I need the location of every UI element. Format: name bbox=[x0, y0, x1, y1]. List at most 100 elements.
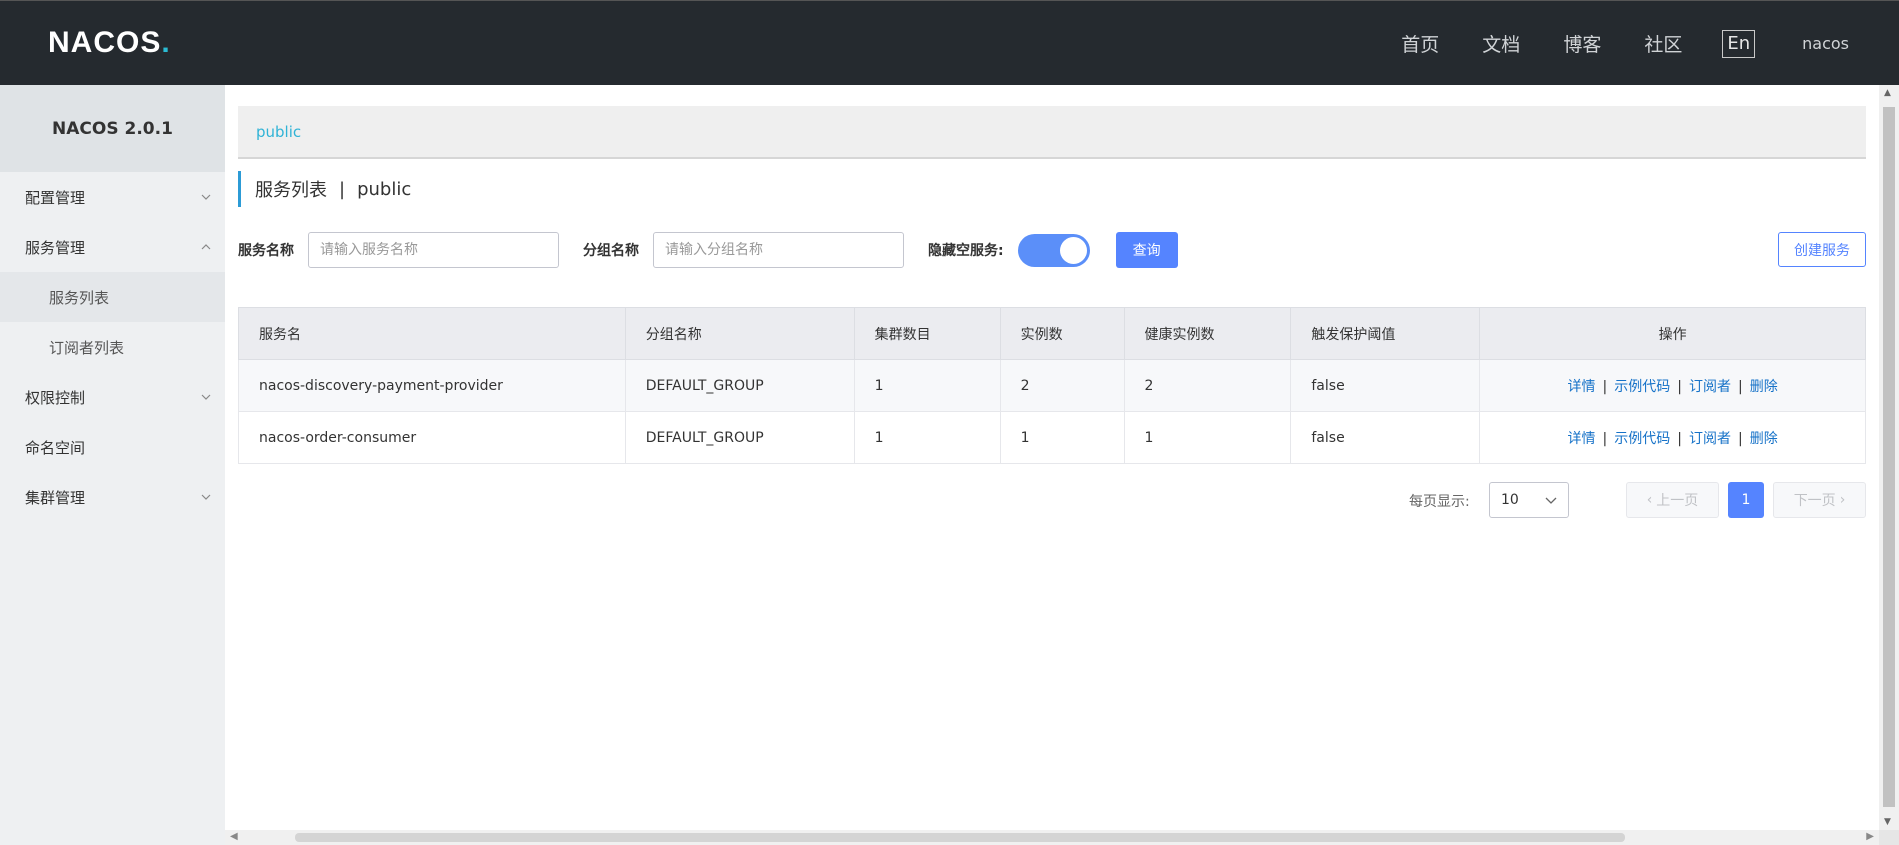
chevron-down-icon bbox=[199, 190, 213, 204]
page-size-select[interactable]: 10 bbox=[1489, 482, 1569, 518]
service-name-label: 服务名称 bbox=[238, 243, 294, 259]
chevron-left-icon: ‹ bbox=[1646, 492, 1653, 508]
prev-page-button[interactable]: ‹ 上一页 bbox=[1626, 482, 1719, 518]
sidebar-item-config-management[interactable]: 配置管理 bbox=[0, 172, 225, 222]
delete-link[interactable]: 删除 bbox=[1750, 379, 1778, 395]
pagination: 每页显示: 10 ‹ 上一页 1 下一页 › bbox=[225, 482, 1866, 518]
logo-text: NACOS bbox=[48, 26, 162, 59]
sidebar-item-label: 集群管理 bbox=[25, 488, 86, 507]
chevron-down-icon bbox=[199, 490, 213, 504]
nav-docs-link[interactable]: 文档 bbox=[1482, 30, 1520, 57]
sample-code-link[interactable]: 示例代码 bbox=[1614, 431, 1670, 447]
toggle-knob bbox=[1059, 236, 1087, 264]
top-nav-links: 首页 文档 博客 社区 En nacos bbox=[1401, 1, 1899, 86]
cell-instance-count: 2 bbox=[999, 359, 1125, 412]
namespace-bar: public bbox=[238, 106, 1866, 159]
cell-instance-count: 1 bbox=[999, 411, 1125, 464]
cell-cluster-count: 1 bbox=[853, 411, 1001, 464]
group-name-label: 分组名称 bbox=[583, 243, 639, 259]
top-navbar: NACOS. 首页 文档 博客 社区 En nacos bbox=[0, 0, 1899, 85]
user-name[interactable]: nacos bbox=[1802, 34, 1849, 53]
page-number-button[interactable]: 1 bbox=[1728, 482, 1764, 518]
action-separator: | bbox=[1677, 430, 1682, 447]
cell-group-name: DEFAULT_GROUP bbox=[624, 359, 855, 412]
cell-operations: 详情 | 示例代码 | 订阅者 | 删除 bbox=[1479, 359, 1866, 412]
sidebar-item-service-list[interactable]: 服务列表 bbox=[0, 272, 225, 322]
horizontal-scrollbar[interactable]: ◀ ▶ bbox=[225, 830, 1879, 845]
scrollbar-corner bbox=[1879, 830, 1899, 845]
nav-community-link[interactable]: 社区 bbox=[1644, 30, 1682, 57]
language-toggle-button[interactable]: En bbox=[1722, 29, 1756, 58]
table-header-row: 服务名 分组名称 集群数目 实例数 健康实例数 触发保护阈值 操作 bbox=[238, 307, 1866, 360]
cell-healthy-count: 1 bbox=[1123, 411, 1292, 464]
scroll-left-arrow-icon[interactable]: ◀ bbox=[230, 831, 238, 842]
filter-bar: 服务名称 分组名称 隐藏空服务: 查询 创建服务 bbox=[238, 232, 1866, 268]
namespace-public-link[interactable]: public bbox=[256, 123, 301, 141]
sidebar-version-title: NACOS 2.0.1 bbox=[0, 85, 225, 172]
main-content: public 服务列表 | public 服务名称 分组名称 隐藏空服务: 查询… bbox=[225, 85, 1879, 830]
create-service-button[interactable]: 创建服务 bbox=[1778, 232, 1866, 267]
delete-link[interactable]: 删除 bbox=[1750, 431, 1778, 447]
column-header-group-name: 分组名称 bbox=[624, 307, 855, 360]
column-header-instance-count: 实例数 bbox=[999, 307, 1125, 360]
logo-dot: . bbox=[161, 26, 171, 59]
sample-code-link[interactable]: 示例代码 bbox=[1614, 379, 1670, 395]
column-header-cluster-count: 集群数目 bbox=[853, 307, 1001, 360]
next-page-button[interactable]: 下一页 › bbox=[1773, 482, 1866, 518]
service-name-input[interactable] bbox=[308, 232, 559, 268]
horizontal-scroll-thumb[interactable] bbox=[295, 833, 1625, 842]
table-row: nacos-discovery-payment-provider DEFAULT… bbox=[238, 359, 1866, 412]
column-header-healthy-count: 健康实例数 bbox=[1123, 307, 1292, 360]
page-title: 服务列表 | public bbox=[238, 171, 411, 207]
vertical-scrollbar[interactable]: ▲ ▼ bbox=[1879, 85, 1899, 830]
cell-group-name: DEFAULT_GROUP bbox=[624, 411, 855, 464]
page-title-separator: | bbox=[339, 178, 346, 200]
page-title-namespace: public bbox=[357, 178, 412, 200]
detail-link[interactable]: 详情 bbox=[1568, 379, 1596, 395]
sidebar: NACOS 2.0.1 配置管理 服务管理 服务列表 订阅者列表 权限控制 命名… bbox=[0, 85, 225, 845]
next-page-label: 下一页 bbox=[1793, 493, 1836, 509]
page-size-value: 10 bbox=[1501, 492, 1519, 508]
page-size-label: 每页显示: bbox=[1409, 494, 1470, 510]
cell-healthy-count: 2 bbox=[1123, 359, 1292, 412]
query-button[interactable]: 查询 bbox=[1115, 232, 1178, 268]
cell-service-name: nacos-discovery-payment-provider bbox=[238, 359, 626, 412]
nav-blog-link[interactable]: 博客 bbox=[1563, 30, 1601, 57]
hide-empty-service-label: 隐藏空服务: bbox=[928, 243, 1004, 259]
column-header-operations: 操作 bbox=[1479, 307, 1866, 360]
column-header-service-name: 服务名 bbox=[238, 307, 626, 360]
sidebar-item-service-management[interactable]: 服务管理 bbox=[0, 222, 225, 272]
service-table: 服务名 分组名称 集群数目 实例数 健康实例数 触发保护阈值 操作 nacos-… bbox=[238, 307, 1866, 464]
sidebar-item-label: 配置管理 bbox=[25, 188, 86, 207]
chevron-right-icon: › bbox=[1839, 492, 1846, 508]
cell-service-name: nacos-order-consumer bbox=[238, 411, 626, 464]
prev-page-label: 上一页 bbox=[1656, 493, 1699, 509]
sidebar-item-cluster-management[interactable]: 集群管理 bbox=[0, 472, 225, 522]
sidebar-item-subscriber-list[interactable]: 订阅者列表 bbox=[0, 322, 225, 372]
cell-protect-threshold: false bbox=[1290, 359, 1481, 412]
cell-cluster-count: 1 bbox=[853, 359, 1001, 412]
subscribers-link[interactable]: 订阅者 bbox=[1689, 431, 1731, 447]
sidebar-item-label: 权限控制 bbox=[25, 388, 86, 407]
scroll-right-arrow-icon[interactable]: ▶ bbox=[1866, 831, 1874, 842]
column-header-protect-threshold: 触发保护阈值 bbox=[1290, 307, 1481, 360]
chevron-down-icon bbox=[199, 390, 213, 404]
group-name-input[interactable] bbox=[653, 232, 904, 268]
sidebar-item-label: 命名空间 bbox=[25, 438, 86, 457]
cell-protect-threshold: false bbox=[1290, 411, 1481, 464]
sidebar-item-access-control[interactable]: 权限控制 bbox=[0, 372, 225, 422]
action-separator: | bbox=[1737, 378, 1743, 395]
vertical-scroll-thumb[interactable] bbox=[1883, 107, 1895, 807]
nav-home-link[interactable]: 首页 bbox=[1401, 30, 1439, 57]
chevron-up-icon bbox=[199, 240, 213, 254]
sidebar-item-namespace[interactable]: 命名空间 bbox=[0, 422, 225, 472]
hide-empty-service-toggle[interactable] bbox=[1017, 233, 1090, 267]
detail-link[interactable]: 详情 bbox=[1568, 431, 1596, 447]
nacos-logo[interactable]: NACOS. bbox=[48, 25, 171, 61]
scroll-down-arrow-icon[interactable]: ▼ bbox=[1884, 817, 1891, 827]
cell-operations: 详情 | 示例代码 | 订阅者 | 删除 bbox=[1479, 411, 1866, 464]
scroll-up-arrow-icon[interactable]: ▲ bbox=[1884, 88, 1891, 98]
subscribers-link[interactable]: 订阅者 bbox=[1689, 379, 1731, 395]
action-separator: | bbox=[1602, 430, 1608, 447]
page-title-text: 服务列表 bbox=[255, 180, 327, 201]
